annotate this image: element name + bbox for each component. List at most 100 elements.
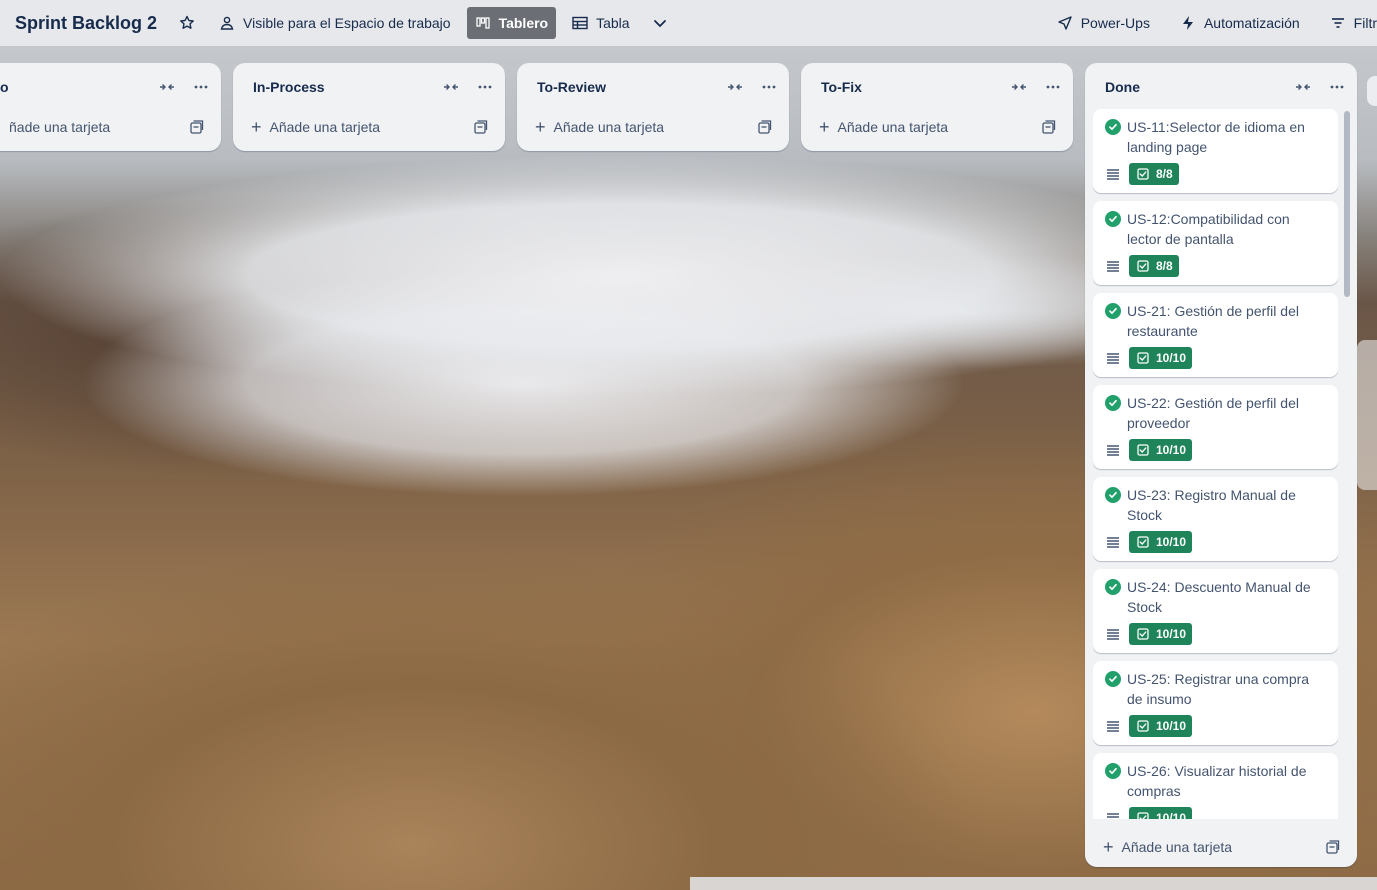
checklist-count: 10/10 bbox=[1156, 719, 1187, 733]
add-card-button[interactable]: + Añade una tarjeta bbox=[809, 111, 1065, 143]
template-icon[interactable] bbox=[473, 119, 489, 135]
list-in-process: In-Process + Añade una tarjeta bbox=[233, 63, 505, 151]
check-circle-icon[interactable] bbox=[1105, 211, 1121, 227]
checklist-count: 10/10 bbox=[1156, 627, 1187, 641]
card-title: US-12:Compatibilidad con lector de panta… bbox=[1127, 211, 1290, 247]
view-board-label: Tablero bbox=[498, 15, 549, 31]
scrollbar-thumb[interactable] bbox=[1344, 111, 1350, 297]
description-icon bbox=[1105, 442, 1121, 458]
add-card-button[interactable]: + Añade una tarjeta bbox=[525, 111, 781, 143]
card[interactable]: US-24: Descuento Manual de Stock 10/10 bbox=[1093, 569, 1338, 653]
visibility-label: Visible para el Espacio de trabajo bbox=[243, 15, 451, 31]
bottom-edge bbox=[690, 877, 1377, 890]
header-right-actions: Power-Ups Automatización Filtr bbox=[1049, 7, 1377, 39]
checklist-badge: 8/8 bbox=[1129, 255, 1179, 277]
checklist-count: 8/8 bbox=[1156, 259, 1173, 273]
list-to-review: To-Review + Añade una tarjeta bbox=[517, 63, 789, 151]
description-icon bbox=[1105, 810, 1121, 819]
checklist-badge: 10/10 bbox=[1129, 807, 1193, 819]
check-circle-icon[interactable] bbox=[1105, 763, 1121, 779]
collapse-icon[interactable] bbox=[159, 79, 175, 95]
next-list-edge bbox=[1367, 76, 1377, 106]
description-icon bbox=[1105, 258, 1121, 274]
plus-icon: + bbox=[1103, 837, 1114, 857]
more-icon[interactable] bbox=[1045, 79, 1061, 95]
checklist-icon bbox=[1135, 166, 1151, 182]
checklist-badge: 10/10 bbox=[1129, 715, 1193, 737]
card[interactable]: US-21: Gestión de perfil del restaurante… bbox=[1093, 293, 1338, 377]
automation-button[interactable]: Automatización bbox=[1172, 7, 1308, 39]
check-circle-icon[interactable] bbox=[1105, 671, 1121, 687]
card[interactable]: US-23: Registro Manual de Stock 10/10 bbox=[1093, 477, 1338, 561]
more-icon[interactable] bbox=[193, 79, 209, 95]
star-icon bbox=[179, 15, 195, 31]
template-icon[interactable] bbox=[757, 119, 773, 135]
collapse-icon[interactable] bbox=[727, 79, 743, 95]
list-title[interactable]: In-Process bbox=[253, 79, 443, 95]
more-icon[interactable] bbox=[761, 79, 777, 95]
plus-icon: + bbox=[819, 117, 830, 137]
table-icon bbox=[572, 15, 588, 31]
checklist-icon bbox=[1135, 442, 1151, 458]
card[interactable]: US-11:Selector de idioma en landing page… bbox=[1093, 109, 1338, 193]
chevron-down-icon bbox=[652, 15, 668, 31]
card[interactable]: US-22: Gestión de perfil del proveedor 1… bbox=[1093, 385, 1338, 469]
card-title: US-24: Descuento Manual de Stock bbox=[1127, 579, 1311, 615]
view-table-button[interactable]: Tabla bbox=[564, 7, 637, 39]
workspace-visibility-icon bbox=[219, 15, 235, 31]
board-header: Sprint Backlog 2 Visible para el Espacio… bbox=[0, 0, 1377, 46]
checklist-count: 10/10 bbox=[1156, 811, 1187, 819]
collapse-icon[interactable] bbox=[1011, 79, 1027, 95]
plus-icon: + bbox=[535, 117, 546, 137]
description-icon bbox=[1105, 534, 1121, 550]
checklist-badge: 10/10 bbox=[1129, 347, 1193, 369]
card-title: US-22: Gestión de perfil del proveedor bbox=[1127, 395, 1299, 431]
checklist-count: 10/10 bbox=[1156, 443, 1187, 457]
description-icon bbox=[1105, 350, 1121, 366]
template-icon[interactable] bbox=[1041, 119, 1057, 135]
check-circle-icon[interactable] bbox=[1105, 487, 1121, 503]
add-card-button[interactable]: + Añade una tarjeta bbox=[1093, 831, 1349, 863]
add-card-label: ñade una tarjeta bbox=[9, 119, 111, 135]
add-card-button[interactable]: ñade una tarjeta bbox=[0, 111, 213, 143]
checklist-count: 10/10 bbox=[1156, 535, 1187, 549]
add-card-button[interactable]: + Añade una tarjeta bbox=[241, 111, 497, 143]
more-icon[interactable] bbox=[477, 79, 493, 95]
next-list-edge bbox=[1357, 340, 1377, 490]
checklist-badge: 10/10 bbox=[1129, 531, 1193, 553]
board-title[interactable]: Sprint Backlog 2 bbox=[15, 13, 157, 34]
checklist-icon bbox=[1135, 718, 1151, 734]
card-title: US-23: Registro Manual de Stock bbox=[1127, 487, 1296, 523]
list-scrollbar[interactable] bbox=[1343, 111, 1351, 821]
list-header: Done bbox=[1085, 63, 1357, 111]
more-views-button[interactable] bbox=[644, 7, 676, 39]
add-card-label: Añade una tarjeta bbox=[837, 119, 949, 135]
filter-button[interactable]: Filtr bbox=[1322, 7, 1377, 39]
collapse-icon[interactable] bbox=[443, 79, 459, 95]
check-circle-icon[interactable] bbox=[1105, 303, 1121, 319]
list-title[interactable]: To-Fix bbox=[821, 79, 1011, 95]
star-button[interactable] bbox=[171, 7, 203, 39]
list-title[interactable]: o bbox=[0, 79, 159, 95]
view-table-label: Tabla bbox=[596, 15, 630, 31]
template-icon[interactable] bbox=[189, 119, 205, 135]
view-board-button[interactable]: Tablero bbox=[466, 7, 557, 39]
automation-label: Automatización bbox=[1203, 15, 1300, 31]
check-circle-icon[interactable] bbox=[1105, 579, 1121, 595]
more-icon[interactable] bbox=[1329, 79, 1345, 95]
card[interactable]: US-25: Registrar una compra de insumo 10… bbox=[1093, 661, 1338, 745]
list-title[interactable]: To-Review bbox=[537, 79, 727, 95]
check-circle-icon[interactable] bbox=[1105, 395, 1121, 411]
card[interactable]: US-12:Compatibilidad con lector de panta… bbox=[1093, 201, 1338, 285]
template-icon[interactable] bbox=[1325, 839, 1341, 855]
list-done: Done US-11:Selector de idioma en landing… bbox=[1085, 63, 1357, 867]
collapse-icon[interactable] bbox=[1295, 79, 1311, 95]
checklist-badge: 8/8 bbox=[1129, 163, 1179, 185]
visibility-button[interactable]: Visible para el Espacio de trabajo bbox=[211, 7, 459, 39]
list-title[interactable]: Done bbox=[1105, 79, 1295, 95]
card[interactable]: US-26: Visualizar historial de compras 1… bbox=[1093, 753, 1338, 819]
list-header: In-Process bbox=[233, 63, 505, 111]
checklist-badge: 10/10 bbox=[1129, 623, 1193, 645]
check-circle-icon[interactable] bbox=[1105, 119, 1121, 135]
powerups-button[interactable]: Power-Ups bbox=[1049, 7, 1158, 39]
